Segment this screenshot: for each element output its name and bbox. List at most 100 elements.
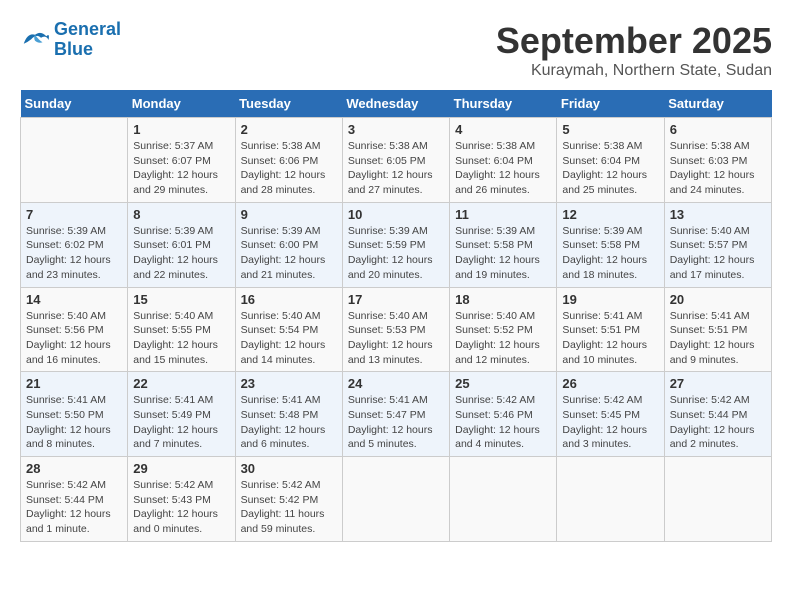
day-number: 13 [670, 207, 766, 222]
day-info: Sunrise: 5:39 AM Sunset: 5:58 PM Dayligh… [562, 224, 658, 283]
day-info: Sunrise: 5:39 AM Sunset: 5:59 PM Dayligh… [348, 224, 444, 283]
day-number: 15 [133, 292, 229, 307]
calendar-cell: 28 Sunrise: 5:42 AM Sunset: 5:44 PM Dayli… [21, 457, 128, 542]
day-info: Sunrise: 5:41 AM Sunset: 5:49 PM Dayligh… [133, 393, 229, 452]
day-number: 25 [455, 376, 551, 391]
day-info: Sunrise: 5:40 AM Sunset: 5:57 PM Dayligh… [670, 224, 766, 283]
header-monday: Monday [128, 90, 235, 118]
header-wednesday: Wednesday [342, 90, 449, 118]
day-info: Sunrise: 5:41 AM Sunset: 5:50 PM Dayligh… [26, 393, 122, 452]
calendar-cell [21, 118, 128, 203]
day-number: 24 [348, 376, 444, 391]
day-number: 29 [133, 461, 229, 476]
calendar-cell: 12 Sunrise: 5:39 AM Sunset: 5:58 PM Dayli… [557, 202, 664, 287]
day-info: Sunrise: 5:42 AM Sunset: 5:44 PM Dayligh… [670, 393, 766, 452]
logo-text: General Blue [54, 20, 121, 60]
day-info: Sunrise: 5:40 AM Sunset: 5:53 PM Dayligh… [348, 309, 444, 368]
calendar-cell: 19Sunrise: 5:41 AM Sunset: 5:51 PM Dayli… [557, 287, 664, 372]
main-title: September 2025 [496, 20, 772, 62]
calendar-cell: 21 Sunrise: 5:41 AM Sunset: 5:50 PM Dayli… [21, 372, 128, 457]
calendar-week-3: 14 Sunrise: 5:40 AM Sunset: 5:56 PM Dayli… [21, 287, 772, 372]
day-number: 2 [241, 122, 337, 137]
calendar-cell: 3 Sunrise: 5:38 AM Sunset: 6:05 PM Daylig… [342, 118, 449, 203]
calendar-cell: 27 Sunrise: 5:42 AM Sunset: 5:44 PM Dayli… [664, 372, 771, 457]
calendar-week-4: 21 Sunrise: 5:41 AM Sunset: 5:50 PM Dayli… [21, 372, 772, 457]
calendar-cell [557, 457, 664, 542]
calendar-cell: 20 Sunrise: 5:41 AM Sunset: 5:51 PM Dayli… [664, 287, 771, 372]
day-number: 4 [455, 122, 551, 137]
day-number: 17 [348, 292, 444, 307]
day-number: 3 [348, 122, 444, 137]
day-info: Sunrise: 5:38 AM Sunset: 6:03 PM Dayligh… [670, 139, 766, 198]
day-info: Sunrise: 5:42 AM Sunset: 5:43 PM Dayligh… [133, 478, 229, 537]
day-info: Sunrise: 5:41 AM Sunset: 5:47 PM Dayligh… [348, 393, 444, 452]
calendar-cell [664, 457, 771, 542]
calendar-cell: 9Sunrise: 5:39 AM Sunset: 6:00 PM Daylig… [235, 202, 342, 287]
logo-line2: Blue [54, 39, 93, 59]
calendar-cell: 13 Sunrise: 5:40 AM Sunset: 5:57 PM Dayli… [664, 202, 771, 287]
calendar-cell: 29 Sunrise: 5:42 AM Sunset: 5:43 PM Dayli… [128, 457, 235, 542]
subtitle: Kuraymah, Northern State, Sudan [496, 62, 772, 80]
calendar-cell: 15 Sunrise: 5:40 AM Sunset: 5:55 PM Dayli… [128, 287, 235, 372]
day-number: 21 [26, 376, 122, 391]
calendar-cell: 4 Sunrise: 5:38 AM Sunset: 6:04 PM Daylig… [450, 118, 557, 203]
day-number: 20 [670, 292, 766, 307]
day-info: Sunrise: 5:42 AM Sunset: 5:42 PM Dayligh… [241, 478, 337, 537]
logo-line1: General [54, 19, 121, 39]
day-info: Sunrise: 5:38 AM Sunset: 6:04 PM Dayligh… [562, 139, 658, 198]
day-number: 30 [241, 461, 337, 476]
day-info: Sunrise: 5:42 AM Sunset: 5:45 PM Dayligh… [562, 393, 658, 452]
calendar-table: SundayMondayTuesdayWednesdayThursdayFrid… [20, 90, 772, 542]
header-friday: Friday [557, 90, 664, 118]
calendar-cell: 11Sunrise: 5:39 AM Sunset: 5:58 PM Dayli… [450, 202, 557, 287]
header: General Blue September 2025 Kuraymah, No… [20, 20, 772, 80]
day-number: 28 [26, 461, 122, 476]
calendar-cell: 7 Sunrise: 5:39 AM Sunset: 6:02 PM Daylig… [21, 202, 128, 287]
day-number: 7 [26, 207, 122, 222]
header-tuesday: Tuesday [235, 90, 342, 118]
calendar-cell: 10 Sunrise: 5:39 AM Sunset: 5:59 PM Dayli… [342, 202, 449, 287]
day-number: 14 [26, 292, 122, 307]
day-info: Sunrise: 5:38 AM Sunset: 6:06 PM Dayligh… [241, 139, 337, 198]
day-number: 6 [670, 122, 766, 137]
calendar-cell: 16Sunrise: 5:40 AM Sunset: 5:54 PM Dayli… [235, 287, 342, 372]
day-info: Sunrise: 5:40 AM Sunset: 5:55 PM Dayligh… [133, 309, 229, 368]
calendar-cell: 2 Sunrise: 5:38 AM Sunset: 6:06 PM Daylig… [235, 118, 342, 203]
calendar-cell: 18Sunrise: 5:40 AM Sunset: 5:52 PM Dayli… [450, 287, 557, 372]
day-info: Sunrise: 5:41 AM Sunset: 5:48 PM Dayligh… [241, 393, 337, 452]
calendar-cell [342, 457, 449, 542]
day-number: 12 [562, 207, 658, 222]
day-info: Sunrise: 5:42 AM Sunset: 5:44 PM Dayligh… [26, 478, 122, 537]
calendar-cell: 30 Sunrise: 5:42 AM Sunset: 5:42 PM Dayli… [235, 457, 342, 542]
day-number: 10 [348, 207, 444, 222]
day-info: Sunrise: 5:40 AM Sunset: 5:52 PM Dayligh… [455, 309, 551, 368]
day-number: 1 [133, 122, 229, 137]
logo-bird-icon [20, 28, 50, 52]
day-number: 23 [241, 376, 337, 391]
calendar-cell: 24 Sunrise: 5:41 AM Sunset: 5:47 PM Dayli… [342, 372, 449, 457]
calendar-cell: 14 Sunrise: 5:40 AM Sunset: 5:56 PM Dayli… [21, 287, 128, 372]
day-info: Sunrise: 5:40 AM Sunset: 5:56 PM Dayligh… [26, 309, 122, 368]
calendar-cell: 22 Sunrise: 5:41 AM Sunset: 5:49 PM Dayli… [128, 372, 235, 457]
header-thursday: Thursday [450, 90, 557, 118]
day-number: 5 [562, 122, 658, 137]
day-number: 8 [133, 207, 229, 222]
day-info: Sunrise: 5:39 AM Sunset: 6:02 PM Dayligh… [26, 224, 122, 283]
day-number: 27 [670, 376, 766, 391]
calendar-cell [450, 457, 557, 542]
calendar-cell: 6 Sunrise: 5:38 AM Sunset: 6:03 PM Daylig… [664, 118, 771, 203]
day-info: Sunrise: 5:37 AM Sunset: 6:07 PM Dayligh… [133, 139, 229, 198]
header-sunday: Sunday [21, 90, 128, 118]
calendar-cell: 5 Sunrise: 5:38 AM Sunset: 6:04 PM Daylig… [557, 118, 664, 203]
calendar-cell: 8Sunrise: 5:39 AM Sunset: 6:01 PM Daylig… [128, 202, 235, 287]
calendar-week-5: 28 Sunrise: 5:42 AM Sunset: 5:44 PM Dayli… [21, 457, 772, 542]
calendar-week-1: 1 Sunrise: 5:37 AM Sunset: 6:07 PM Daylig… [21, 118, 772, 203]
day-info: Sunrise: 5:41 AM Sunset: 5:51 PM Dayligh… [670, 309, 766, 368]
day-info: Sunrise: 5:38 AM Sunset: 6:05 PM Dayligh… [348, 139, 444, 198]
day-info: Sunrise: 5:39 AM Sunset: 6:00 PM Dayligh… [241, 224, 337, 283]
day-number: 22 [133, 376, 229, 391]
day-number: 11 [455, 207, 551, 222]
calendar-header-row: SundayMondayTuesdayWednesdayThursdayFrid… [21, 90, 772, 118]
calendar-cell: 26Sunrise: 5:42 AM Sunset: 5:45 PM Dayli… [557, 372, 664, 457]
day-info: Sunrise: 5:38 AM Sunset: 6:04 PM Dayligh… [455, 139, 551, 198]
